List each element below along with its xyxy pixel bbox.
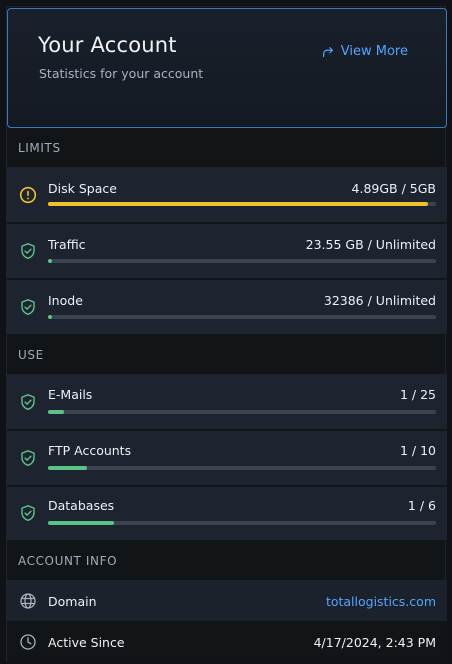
ftp-accounts-progress-fill: [48, 466, 87, 470]
active-since-value: 4/17/2024, 2:43 PM: [313, 635, 436, 650]
limit-row-inode: Inode 32386 / Unlimited: [7, 280, 447, 335]
section-use: USE: [7, 335, 447, 375]
disk-space-progress-fill: [48, 202, 429, 206]
page-title: Your Account: [38, 33, 177, 57]
inode-progress-fill: [48, 315, 52, 319]
inode-label: Inode: [48, 293, 83, 308]
domain-label: Domain: [48, 594, 97, 609]
databases-value: 1 / 6: [407, 498, 436, 513]
domain-link[interactable]: totallogistics.com: [326, 594, 436, 609]
disk-space-label: Disk Space: [48, 181, 117, 196]
page-subtitle: Statistics for your account: [39, 66, 204, 81]
account-header: Your Account Statistics for your account…: [7, 8, 447, 128]
info-row-domain: Domain totallogistics.com: [7, 581, 447, 622]
ftp-accounts-label: FTP Accounts: [48, 443, 132, 458]
ftp-accounts-progress: [48, 466, 436, 470]
ftp-accounts-value: 1 / 10: [399, 443, 436, 458]
shield-check-icon: [21, 505, 35, 521]
limit-row-traffic: Traffic 23.55 GB / Unlimited: [7, 224, 447, 279]
section-account-info: ACCOUNT INFO: [7, 541, 447, 581]
databases-progress: [48, 521, 436, 525]
emails-label: E-Mails: [48, 387, 93, 402]
use-row-databases: Databases 1 / 6: [7, 487, 447, 541]
disk-space-value: 4.89GB / 5GB: [351, 181, 436, 196]
clock-icon: [20, 634, 36, 650]
use-row-emails: E-Mails 1 / 25: [7, 375, 447, 430]
databases-progress-fill: [48, 521, 114, 525]
view-more-label: View More: [340, 44, 408, 59]
active-since-label: Active Since: [48, 635, 125, 650]
info-row-active-since: Active Since 4/17/2024, 2:43 PM: [7, 622, 447, 663]
emails-value: 1 / 25: [399, 387, 436, 402]
databases-label: Databases: [48, 498, 115, 513]
disk-space-progress: [48, 202, 436, 206]
limit-row-disk-space: Disk Space 4.89GB / 5GB: [7, 168, 447, 223]
traffic-label: Traffic: [48, 237, 86, 252]
traffic-progress: [48, 259, 436, 263]
traffic-value: 23.55 GB / Unlimited: [305, 237, 436, 252]
inode-value: 32386 / Unlimited: [323, 293, 436, 308]
globe-icon: [20, 593, 36, 609]
shield-check-icon: [21, 243, 35, 259]
inode-progress: [48, 315, 436, 319]
emails-progress-fill: [48, 410, 64, 414]
use-row-ftp-accounts: FTP Accounts 1 / 10: [7, 431, 447, 486]
shield-check-icon: [21, 394, 35, 410]
section-limits: LIMITS: [7, 128, 447, 168]
shield-check-icon: [21, 299, 35, 315]
traffic-progress-fill: [48, 259, 52, 263]
view-more-link[interactable]: View More: [321, 44, 408, 59]
share-arrow-icon: [322, 46, 333, 57]
emails-progress: [48, 410, 436, 414]
warning-circle-icon: [19, 186, 37, 204]
shield-check-icon: [21, 450, 35, 466]
